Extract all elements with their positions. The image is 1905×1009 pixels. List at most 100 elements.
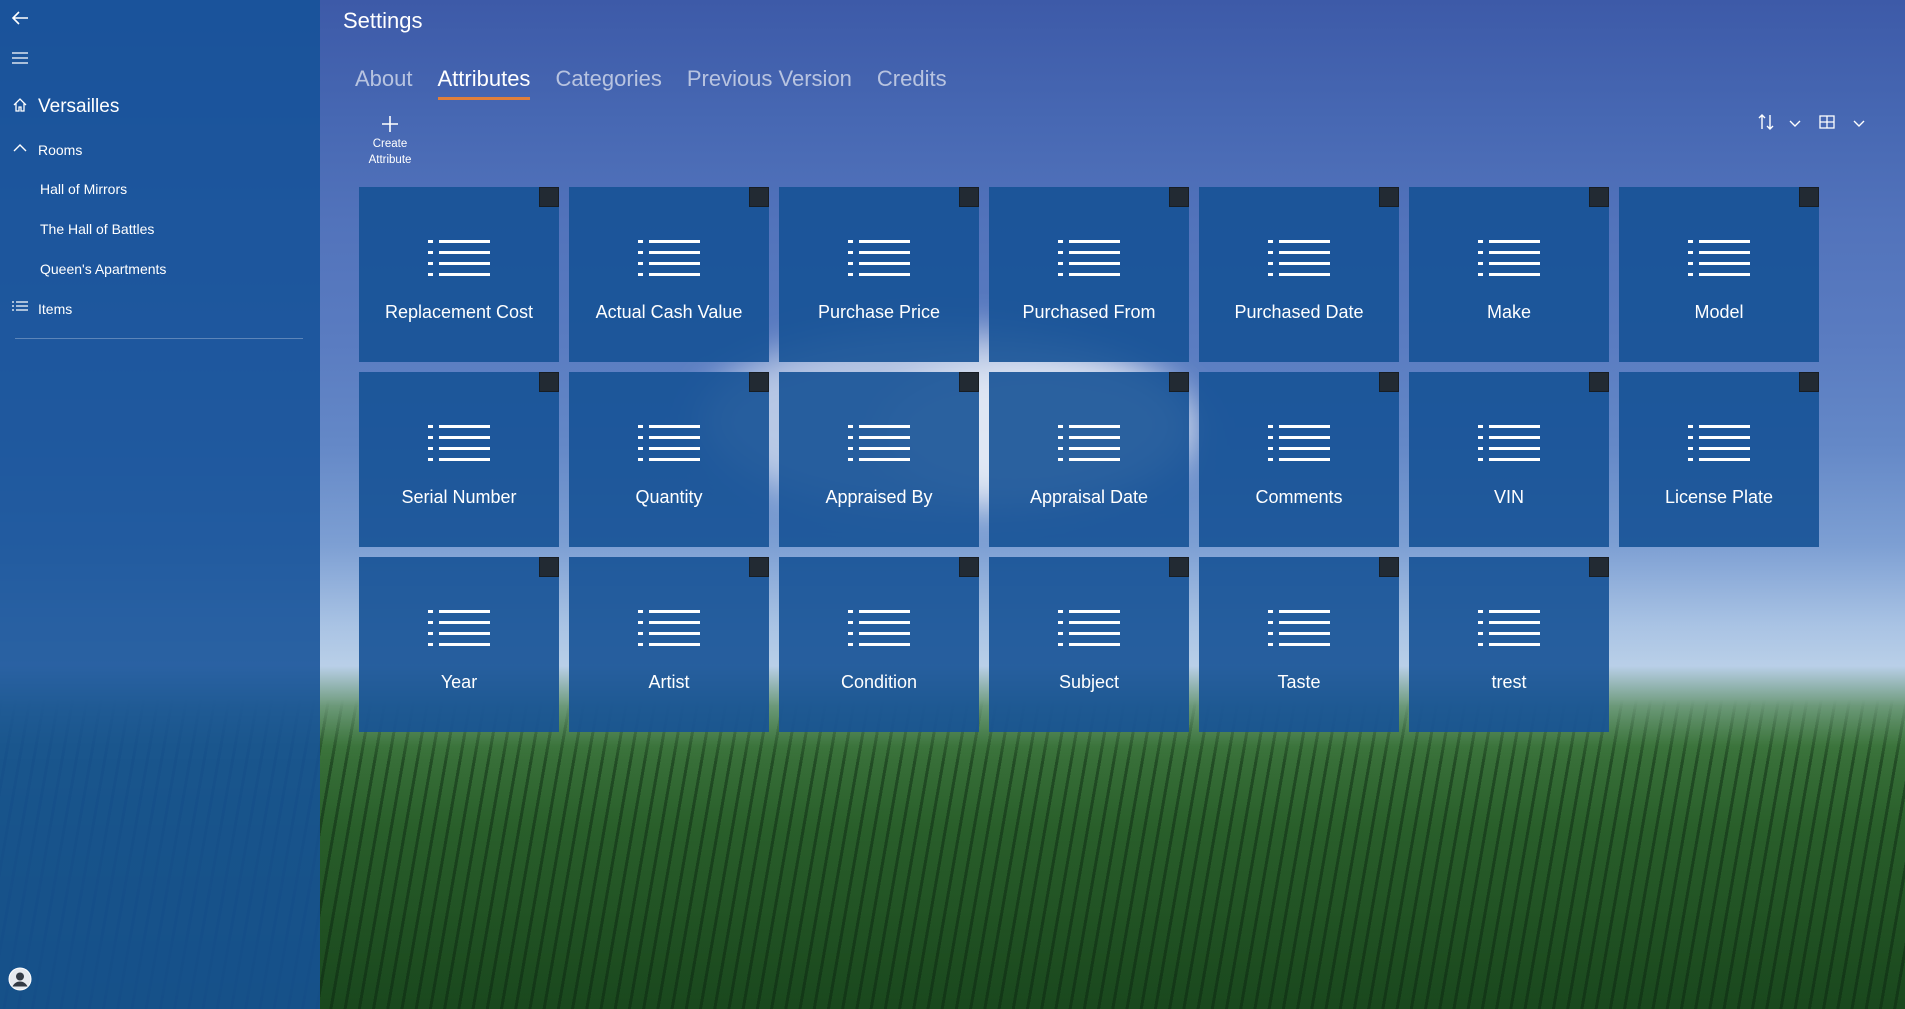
app-window: Versailles Rooms Hall of Mirrors The Hal… xyxy=(0,0,1905,1009)
attribute-tile[interactable]: VIN xyxy=(1409,372,1609,547)
attribute-tile[interactable]: Purchased Date xyxy=(1199,187,1399,362)
attribute-tile[interactable]: Comments xyxy=(1199,372,1399,547)
attribute-tile[interactable]: Appraisal Date xyxy=(989,372,1189,547)
project-name: Versailles xyxy=(38,96,120,117)
select-checkbox[interactable] xyxy=(1799,372,1819,392)
sidebar-item-label: The Hall of Battles xyxy=(40,221,155,237)
select-checkbox[interactable] xyxy=(749,187,769,207)
select-checkbox[interactable] xyxy=(959,372,979,392)
sidebar-item-room[interactable]: The Hall of Battles xyxy=(40,221,154,237)
attribute-tile[interactable]: trest xyxy=(1409,557,1609,732)
list-icon xyxy=(428,609,490,654)
select-checkbox[interactable] xyxy=(539,187,559,207)
attribute-tile[interactable]: Purchased From xyxy=(989,187,1189,362)
tab-categories[interactable]: Categories xyxy=(555,66,661,96)
select-checkbox[interactable] xyxy=(1169,372,1189,392)
project-home-item[interactable]: Versailles xyxy=(12,96,119,118)
attribute-tile[interactable]: Make xyxy=(1409,187,1609,362)
menu-button[interactable] xyxy=(0,40,40,80)
attribute-tile-label: Artist xyxy=(648,672,690,692)
select-checkbox[interactable] xyxy=(539,372,559,392)
navigation-pane: Versailles Rooms Hall of Mirrors The Hal… xyxy=(0,0,320,1009)
list-icon xyxy=(1268,424,1330,469)
attribute-tile-label: Comments xyxy=(1255,487,1343,507)
select-checkbox[interactable] xyxy=(1589,187,1609,207)
chevron-down-icon xyxy=(1789,115,1801,133)
list-icon xyxy=(1268,239,1330,284)
list-icon xyxy=(1058,424,1120,469)
back-button[interactable] xyxy=(0,0,40,40)
attribute-tile[interactable]: Appraised By xyxy=(779,372,979,547)
attribute-tile[interactable]: Model xyxy=(1619,187,1819,362)
select-checkbox[interactable] xyxy=(1589,557,1609,577)
list-icon xyxy=(1478,239,1540,284)
list-icon xyxy=(12,300,28,317)
attribute-grid: Replacement Cost Actual Cash Value Purchas… xyxy=(359,187,1819,732)
select-checkbox[interactable] xyxy=(1379,557,1399,577)
list-icon xyxy=(638,609,700,654)
select-checkbox[interactable] xyxy=(539,557,559,577)
sidebar-item-room[interactable]: Hall of Mirrors xyxy=(40,181,127,197)
select-checkbox[interactable] xyxy=(959,557,979,577)
plus-icon xyxy=(358,112,422,136)
select-checkbox[interactable] xyxy=(1379,372,1399,392)
sort-dropdown-button[interactable] xyxy=(1780,110,1810,138)
attribute-tile[interactable]: Artist xyxy=(569,557,769,732)
list-icon xyxy=(428,424,490,469)
sort-icon xyxy=(1757,113,1775,136)
sort-button[interactable] xyxy=(1752,110,1780,138)
attribute-tile[interactable]: Subject xyxy=(989,557,1189,732)
list-icon xyxy=(1478,609,1540,654)
sidebar-item-label: Queen's Apartments xyxy=(40,261,167,277)
select-checkbox[interactable] xyxy=(1799,187,1819,207)
view-toolbar xyxy=(1752,110,1874,138)
back-arrow-icon xyxy=(11,10,29,31)
view-dropdown-button[interactable] xyxy=(1844,110,1874,138)
list-icon xyxy=(1268,609,1330,654)
tab-previous-version[interactable]: Previous Version xyxy=(687,66,852,96)
attribute-tile-label: Replacement Cost xyxy=(384,302,534,322)
sidebar-item-items[interactable]: Items xyxy=(12,300,72,317)
list-icon xyxy=(638,424,700,469)
attribute-tile-label: Purchase Price xyxy=(817,302,941,322)
user-avatar-icon[interactable] xyxy=(8,967,32,991)
attribute-tile-label: Make xyxy=(1486,302,1531,322)
attribute-tile[interactable]: Purchase Price xyxy=(779,187,979,362)
sidebar-item-room[interactable]: Queen's Apartments xyxy=(40,261,166,277)
attribute-tile-label: Actual Cash Value xyxy=(595,302,743,322)
view-button[interactable] xyxy=(1810,110,1844,138)
attribute-tile[interactable]: Condition xyxy=(779,557,979,732)
attribute-tile[interactable]: Quantity xyxy=(569,372,769,547)
create-attribute-button[interactable]: Create Attribute xyxy=(358,112,422,168)
list-icon xyxy=(1058,609,1120,654)
attribute-tile[interactable]: Serial Number xyxy=(359,372,559,547)
select-checkbox[interactable] xyxy=(1169,557,1189,577)
select-checkbox[interactable] xyxy=(1169,187,1189,207)
attribute-tile[interactable]: Taste xyxy=(1199,557,1399,732)
attribute-tile-label: License Plate xyxy=(1664,487,1774,507)
settings-tabs: About Attributes Categories Previous Ver… xyxy=(355,66,972,100)
select-checkbox[interactable] xyxy=(1589,372,1609,392)
select-checkbox[interactable] xyxy=(749,372,769,392)
attribute-tile-label: Subject xyxy=(1058,672,1120,692)
list-icon xyxy=(1688,239,1750,284)
tab-attributes[interactable]: Attributes xyxy=(437,66,530,100)
list-icon xyxy=(1058,239,1120,284)
chevron-up-icon xyxy=(12,140,28,159)
tab-credits[interactable]: Credits xyxy=(877,66,947,96)
attribute-tile[interactable]: Actual Cash Value xyxy=(569,187,769,362)
select-checkbox[interactable] xyxy=(749,557,769,577)
list-icon xyxy=(638,239,700,284)
attribute-tile[interactable]: License Plate xyxy=(1619,372,1819,547)
attribute-tile[interactable]: Replacement Cost xyxy=(359,187,559,362)
attribute-tile-label: Model xyxy=(1694,302,1744,322)
sidebar-item-label: Rooms xyxy=(38,141,83,158)
list-icon xyxy=(1688,424,1750,469)
select-checkbox[interactable] xyxy=(959,187,979,207)
attribute-tile[interactable]: Year xyxy=(359,557,559,732)
attribute-tile-label: trest xyxy=(1491,672,1527,692)
select-checkbox[interactable] xyxy=(1379,187,1399,207)
sidebar-item-rooms[interactable]: Rooms xyxy=(12,140,82,159)
tab-about[interactable]: About xyxy=(355,66,413,96)
attribute-tile-label: Year xyxy=(440,672,478,692)
